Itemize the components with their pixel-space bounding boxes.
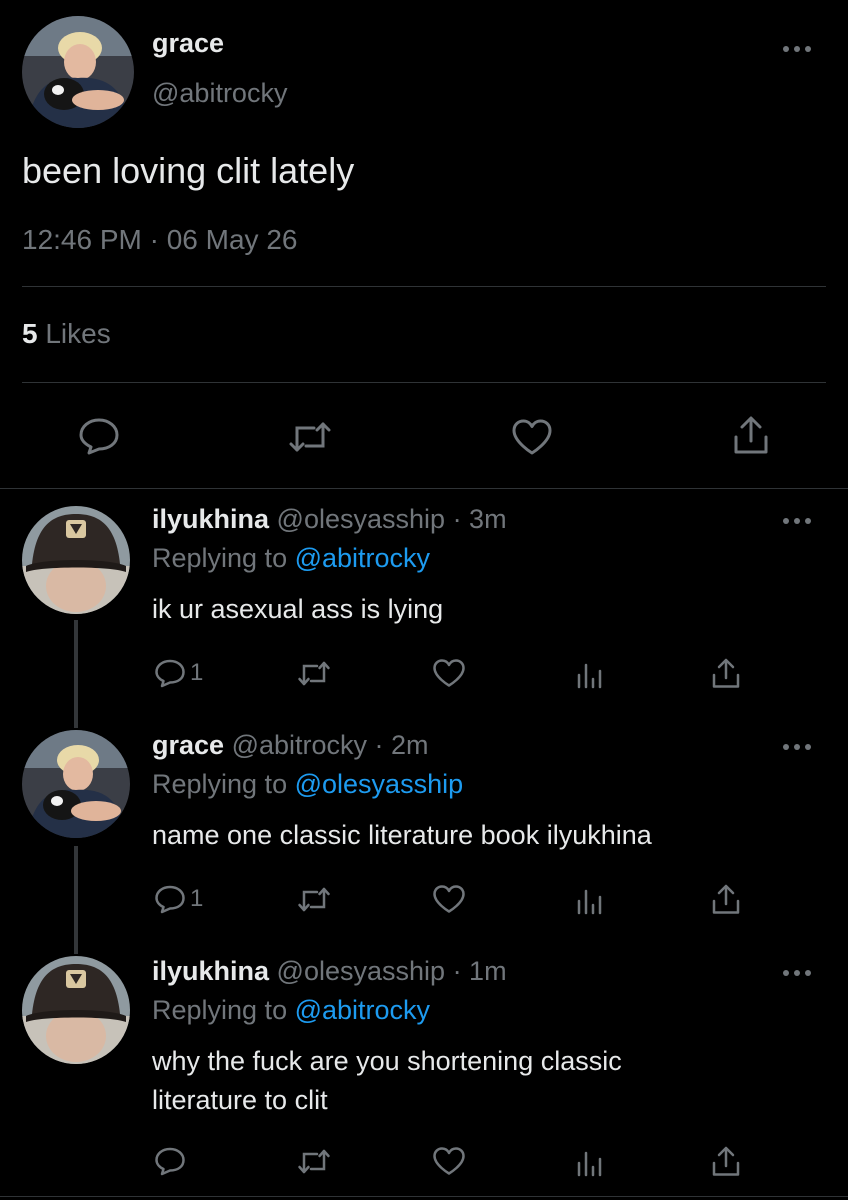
reply-count: 1 bbox=[190, 885, 204, 912]
replying-to: Replying to @abitrocky bbox=[152, 543, 430, 574]
like-button[interactable] bbox=[432, 658, 466, 688]
reply-handle[interactable]: @olesyasship bbox=[277, 956, 446, 986]
reply-text-line: literature to clit bbox=[152, 1085, 328, 1115]
reply-header[interactable]: grace @abitrocky · 2m bbox=[152, 730, 429, 761]
retweet-button[interactable] bbox=[297, 660, 331, 687]
reply-button[interactable]: 1 bbox=[154, 658, 203, 688]
bar-chart-icon bbox=[577, 889, 602, 915]
reply-handle[interactable]: @olesyasship bbox=[277, 504, 446, 534]
reply-text-line: why the fuck are you shortening classic bbox=[152, 1046, 622, 1076]
retweet-button[interactable] bbox=[297, 1148, 331, 1175]
main-tweet-display-name[interactable]: grace bbox=[152, 28, 224, 59]
reply-time[interactable]: · 2m bbox=[375, 730, 429, 760]
reply-text: why the fuck are you shortening classic … bbox=[152, 1042, 812, 1120]
replying-to-mention[interactable]: @abitrocky bbox=[295, 995, 430, 1025]
reply-avatar[interactable] bbox=[22, 730, 130, 838]
divider bbox=[22, 286, 826, 287]
speech-bubble-icon bbox=[155, 659, 185, 688]
likes-label: Likes bbox=[45, 318, 111, 349]
retweet-icon bbox=[298, 1149, 330, 1174]
retweet-icon bbox=[289, 422, 331, 452]
reply-header[interactable]: ilyukhina @olesyasship · 1m bbox=[152, 956, 507, 987]
reply-time[interactable]: · 1m bbox=[453, 956, 507, 986]
likes-stat[interactable]: 5 Likes bbox=[22, 318, 111, 350]
more-options-button[interactable] bbox=[782, 516, 812, 526]
heart-icon bbox=[433, 885, 465, 913]
retweet-icon bbox=[298, 887, 330, 912]
more-options-button[interactable] bbox=[782, 742, 812, 752]
heart-icon bbox=[433, 1147, 465, 1175]
more-dots-icon bbox=[783, 46, 811, 52]
share-button[interactable] bbox=[733, 415, 769, 455]
share-icon bbox=[712, 884, 740, 914]
more-dots-icon bbox=[783, 744, 811, 750]
replying-to: Replying to @olesyasship bbox=[152, 769, 463, 800]
reply-count: 1 bbox=[190, 659, 204, 686]
replying-to-mention[interactable]: @abitrocky bbox=[295, 543, 430, 573]
heart-icon bbox=[512, 419, 552, 455]
divider bbox=[22, 382, 826, 383]
thread-line bbox=[74, 620, 78, 728]
share-icon bbox=[712, 1146, 740, 1176]
reply-text: name one classic literature book ilyukhi… bbox=[152, 820, 652, 850]
reply-display-name[interactable]: ilyukhina bbox=[152, 504, 269, 534]
speech-bubble-icon bbox=[155, 1147, 185, 1176]
like-button[interactable] bbox=[432, 884, 466, 914]
replying-to-label: Replying to bbox=[152, 769, 288, 799]
main-tweet-text: been loving clit lately bbox=[22, 150, 355, 191]
share-icon bbox=[712, 658, 740, 688]
more-dots-icon bbox=[783, 970, 811, 976]
reply-button[interactable] bbox=[154, 1146, 186, 1176]
bar-chart-icon bbox=[577, 663, 602, 689]
reply-avatar[interactable] bbox=[22, 506, 130, 614]
share-button[interactable] bbox=[711, 657, 741, 689]
reply-button[interactable] bbox=[78, 417, 120, 455]
reply-header[interactable]: ilyukhina @olesyasship · 3m bbox=[152, 504, 507, 535]
views-button[interactable] bbox=[576, 661, 604, 689]
replying-to-label: Replying to bbox=[152, 995, 288, 1025]
reply-button[interactable]: 1 bbox=[154, 884, 203, 914]
replying-to-mention[interactable]: @olesyasship bbox=[295, 769, 464, 799]
share-button[interactable] bbox=[711, 1145, 741, 1177]
reply-text: ik ur asexual ass is lying bbox=[152, 594, 444, 624]
thread-line bbox=[74, 846, 78, 954]
main-tweet-timestamp[interactable]: 12:46 PM · 06 May 26 bbox=[22, 224, 297, 256]
more-options-button[interactable] bbox=[782, 44, 812, 54]
views-button[interactable] bbox=[576, 887, 604, 915]
more-dots-icon bbox=[783, 518, 811, 524]
heart-icon bbox=[433, 659, 465, 687]
share-icon bbox=[734, 416, 768, 454]
speech-bubble-icon bbox=[155, 885, 185, 914]
share-button[interactable] bbox=[711, 883, 741, 915]
retweet-button[interactable] bbox=[288, 420, 332, 454]
reply-display-name[interactable]: ilyukhina bbox=[152, 956, 269, 986]
reply-avatar[interactable] bbox=[22, 956, 130, 1064]
main-tweet-handle[interactable]: @abitrocky bbox=[152, 78, 287, 109]
reply-display-name[interactable]: grace bbox=[152, 730, 224, 760]
likes-count: 5 bbox=[22, 318, 38, 349]
reply-time[interactable]: · 3m bbox=[453, 504, 507, 534]
retweet-button[interactable] bbox=[297, 886, 331, 913]
replying-to-label: Replying to bbox=[152, 543, 288, 573]
speech-bubble-icon bbox=[79, 418, 119, 455]
reply-handle[interactable]: @abitrocky bbox=[232, 730, 367, 760]
main-tweet-avatar[interactable] bbox=[22, 16, 134, 128]
like-button[interactable] bbox=[511, 418, 553, 456]
views-button[interactable] bbox=[576, 1149, 604, 1177]
retweet-icon bbox=[298, 661, 330, 686]
more-options-button[interactable] bbox=[782, 968, 812, 978]
like-button[interactable] bbox=[432, 1146, 466, 1176]
bar-chart-icon bbox=[577, 1151, 602, 1177]
divider bbox=[0, 488, 848, 489]
replying-to: Replying to @abitrocky bbox=[152, 995, 430, 1026]
divider bbox=[0, 1196, 848, 1197]
